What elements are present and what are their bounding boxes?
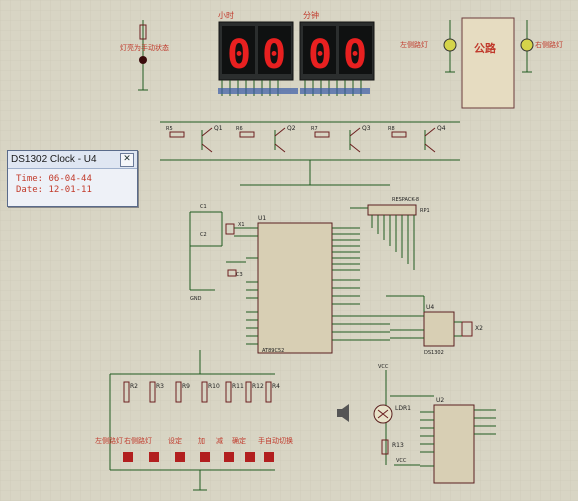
button-6[interactable] — [264, 452, 274, 462]
button-label: 减 — [216, 436, 223, 445]
minute-digit-1: 0 — [308, 32, 332, 78]
button-4[interactable] — [224, 452, 234, 462]
time-label: Time: — [16, 174, 44, 184]
cap-label: C1 — [200, 204, 207, 210]
schematic-canvas[interactable]: 灯亮为手动状态 小时 0 0 分钟 0 0 公路 左侧路灯 右侧路灯 R5 Q1… — [0, 0, 578, 501]
button-resistor-label: R12 — [252, 383, 264, 390]
rtc-ref: U4 — [426, 304, 434, 311]
button-resistor-label: R2 — [130, 383, 138, 390]
hour-digit-1: 0 — [227, 32, 251, 78]
resistor-label: R5 — [166, 126, 173, 132]
right-lamp-label: 右侧路灯 — [535, 40, 563, 49]
button-label: 手自动切换 — [258, 436, 293, 445]
button-label: 确定 — [232, 436, 246, 445]
status-led-label: 灯亮为手动状态 — [120, 43, 169, 52]
transistor-label: Q1 — [214, 125, 223, 132]
close-icon[interactable]: ✕ — [120, 153, 134, 167]
button-5[interactable] — [245, 452, 255, 462]
rp-ref: RP1 — [420, 208, 430, 214]
button-label: 加 — [198, 436, 205, 445]
button-label: 右侧路灯 — [124, 436, 152, 445]
left-lamp-label: 左侧路灯 — [400, 40, 428, 49]
minute-digit-2: 0 — [343, 32, 367, 78]
date-label: Date: — [16, 185, 44, 195]
button-resistor-label: R3 — [156, 383, 164, 390]
ds1302-clock-window[interactable]: DS1302 Clock - U4 ✕ Time: 06-04-44 Date:… — [7, 150, 138, 207]
button-3[interactable] — [200, 452, 210, 462]
button-label: 设定 — [168, 436, 182, 445]
cap-label: C2 — [200, 232, 207, 238]
button-0[interactable] — [123, 452, 133, 462]
ds1302-window-titlebar[interactable]: DS1302 Clock - U4 — [8, 151, 137, 169]
button-2[interactable] — [175, 452, 185, 462]
button-resistor-label: R9 — [182, 383, 190, 390]
time-value: 06-04-44 — [48, 174, 92, 184]
button-label: 左侧路灯 — [95, 436, 123, 445]
svg-text:VCC: VCC — [396, 458, 407, 464]
minute-label: 分钟 — [303, 10, 319, 20]
ds1302-window-body: Time: 06-04-44 Date: 12-01-11 — [8, 169, 137, 201]
rp-type: RESPACK-8 — [392, 197, 419, 203]
svg-text:GND: GND — [190, 296, 202, 302]
r13-label: R13 — [392, 442, 404, 449]
ldr-label: LDR1 — [395, 405, 411, 412]
transistor-label: Q2 — [287, 125, 296, 132]
date-value: 12-01-11 — [48, 185, 92, 195]
cap-label: C3 — [236, 272, 243, 278]
crystal-label: X1 — [238, 222, 245, 228]
resistor-label: R7 — [311, 126, 318, 132]
vcc-label: VCC — [378, 364, 389, 370]
button-resistor-label: R11 — [232, 383, 244, 390]
resistor-label: R8 — [388, 126, 395, 132]
mcu-chip[interactable]: U1 AT89C52 — [257, 215, 333, 354]
transistor-label: Q3 — [362, 125, 371, 132]
transistor-label: Q4 — [437, 125, 446, 132]
hour-label: 小时 — [218, 10, 234, 20]
resistor-label: R6 — [236, 126, 243, 132]
mcu-ref: U1 — [258, 215, 266, 222]
u2-ref: U2 — [436, 397, 444, 404]
button-resistor-label: R10 — [208, 383, 220, 390]
ds1302-window-title: DS1302 Clock - U4 — [11, 154, 97, 165]
hour-digit-2: 0 — [262, 32, 286, 78]
rtc-crystal-label: X2 — [475, 325, 483, 332]
road-block: 公路 — [461, 17, 515, 109]
button-resistor-label: R4 — [272, 383, 280, 390]
mcu-type: AT89C52 — [262, 348, 284, 354]
road-label: 公路 — [474, 41, 497, 55]
rtc-type: DS1302 — [424, 350, 444, 356]
button-1[interactable] — [149, 452, 159, 462]
